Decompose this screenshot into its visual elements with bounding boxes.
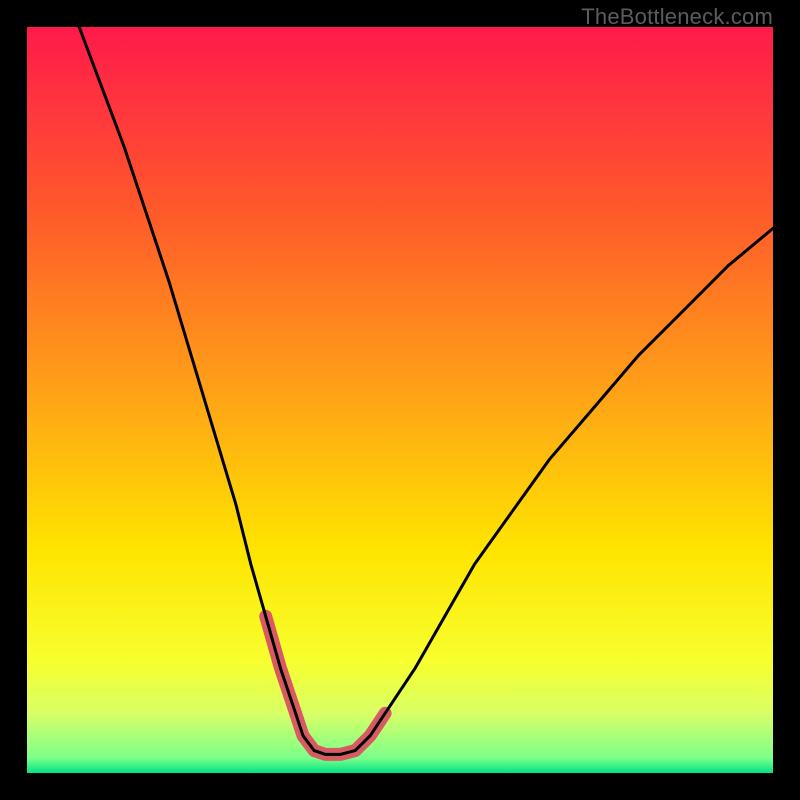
- optimal-range-highlight: [266, 616, 385, 754]
- curve-overlay: [0, 0, 800, 800]
- chart-frame: TheBottleneck.com: [0, 0, 800, 800]
- bottleneck-curve: [79, 27, 773, 754]
